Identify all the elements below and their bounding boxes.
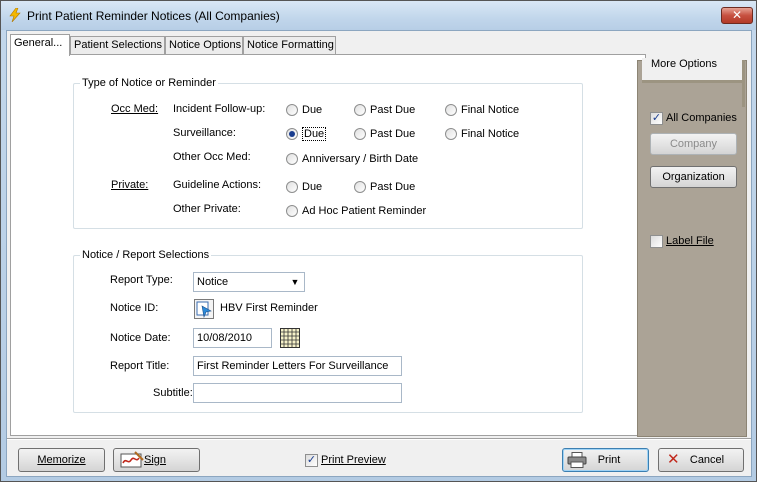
panel-scroll-indicator — [742, 60, 745, 107]
sign-button[interactable]: Sign — [113, 448, 200, 472]
notice-type-group-title: Type of Notice or Reminder — [80, 77, 218, 89]
organization-button[interactable]: Organization — [650, 166, 737, 188]
calendar-icon[interactable] — [280, 328, 300, 348]
cancel-button[interactable]: ✕ Cancel — [658, 448, 744, 472]
notice-lookup-icon[interactable] — [194, 299, 214, 319]
check-icon: ✓ — [305, 454, 318, 467]
report-title-label: Report Title: — [110, 360, 170, 372]
close-icon: ✕ — [731, 8, 743, 22]
occ-med-label: Occ Med: — [111, 103, 159, 115]
notice-id-value: HBV First Reminder — [220, 302, 318, 314]
check-icon: ✓ — [650, 112, 663, 125]
other-occ-med-label: Other Occ Med: — [173, 151, 251, 163]
surveillance-label: Surveillance: — [173, 127, 236, 139]
incident-followup-label: Incident Follow-up: — [173, 103, 266, 115]
notice-date-label: Notice Date: — [110, 332, 171, 344]
guideline-actions-label: Guideline Actions: — [173, 179, 262, 191]
more-options-title: More Options — [651, 58, 718, 70]
tab-notice-options[interactable]: Notice Options — [165, 36, 243, 55]
report-selections-group-title: Notice / Report Selections — [80, 249, 212, 261]
private-label: Private: — [111, 179, 149, 191]
notice-id-label: Notice ID: — [110, 302, 159, 314]
report-selections-group: Notice / Report Selections Report Type: … — [73, 249, 583, 413]
printer-icon — [567, 452, 587, 468]
company-button[interactable]: Company — [650, 133, 737, 155]
notice-type-group: Type of Notice or Reminder Occ Med: Inci… — [73, 77, 583, 229]
title-bar[interactable]: Print Patient Reminder Notices (All Comp… — [1, 1, 756, 30]
window-title: Print Patient Reminder Notices (All Comp… — [27, 9, 280, 23]
cancel-x-icon: ✕ — [667, 451, 680, 468]
print-button[interactable]: Print — [562, 448, 649, 472]
footer-separator — [7, 438, 751, 440]
lightning-icon — [9, 8, 21, 22]
other-private-label: Other Private: — [173, 203, 241, 215]
notice-date-input[interactable]: 10/08/2010 — [193, 328, 272, 348]
more-options-panel: More Options ✓ All Companies Company Org… — [637, 58, 747, 437]
dialog-window: Print Patient Reminder Notices (All Comp… — [0, 0, 757, 482]
dropdown-arrow-icon: ▼ — [290, 277, 300, 287]
report-type-select[interactable]: Notice ▼ — [193, 272, 305, 292]
general-tab-panel: Type of Notice or Reminder Occ Med: Inci… — [10, 54, 646, 436]
report-title-input[interactable]: First Reminder Letters For Surveillance — [193, 356, 402, 376]
tab-general[interactable]: General... — [10, 34, 70, 56]
signature-icon — [120, 451, 144, 468]
tab-patient-selections[interactable]: Patient Selections — [70, 36, 165, 55]
tab-notice-formatting[interactable]: Notice Formatting — [243, 36, 336, 55]
memorize-button[interactable]: Memorize — [18, 448, 105, 472]
subtitle-input[interactable] — [193, 383, 402, 403]
dialog-client: General... Patient Selections Notice Opt… — [6, 30, 752, 477]
subtitle-label: Subtitle: — [153, 387, 193, 399]
close-button[interactable]: ✕ — [721, 7, 753, 24]
report-type-label: Report Type: — [110, 274, 173, 286]
